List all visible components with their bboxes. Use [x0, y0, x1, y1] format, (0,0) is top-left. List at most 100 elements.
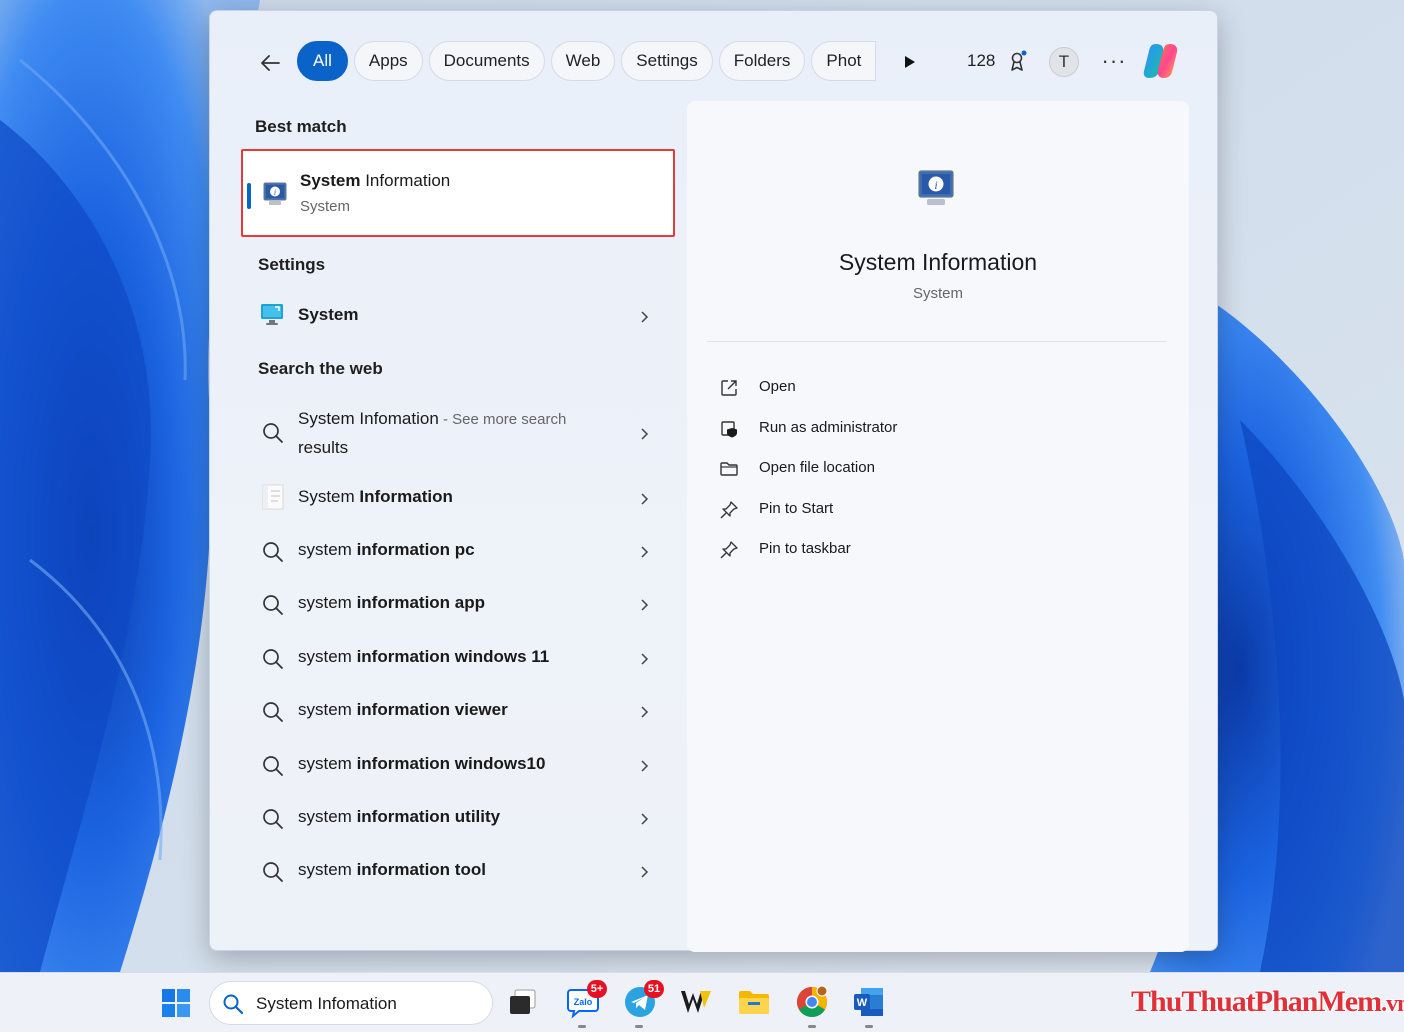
action-pin-to-taskbar[interactable]: Pin to taskbar — [719, 536, 1019, 564]
web-suggestion-item[interactable]: system information windows 11 — [247, 641, 667, 677]
web-result-app[interactable]: System Information — [247, 481, 667, 517]
action-open-file-location[interactable]: Open file location — [719, 455, 1019, 483]
chevron-right-icon — [641, 546, 649, 558]
best-match-subtitle: System — [300, 198, 351, 215]
tab-folders[interactable]: Folders — [718, 41, 806, 81]
task-view-icon[interactable] — [505, 984, 541, 1020]
running-indicator — [808, 1025, 816, 1028]
file-explorer-icon[interactable] — [736, 984, 772, 1020]
tab-documents[interactable]: Documents — [428, 41, 545, 81]
running-indicator — [865, 1025, 873, 1028]
filter-tabs: All Apps Documents Web Settings Folders … — [297, 41, 877, 81]
web-suggestion-label: system information pc — [298, 540, 475, 559]
back-button[interactable] — [255, 47, 287, 79]
section-best-match: Best match — [255, 117, 347, 136]
svg-text:i: i — [934, 178, 937, 192]
taskbar-search-text: System Infomation — [256, 994, 397, 1013]
tab-settings[interactable]: Settings — [621, 41, 713, 81]
action-label: Open file location — [759, 459, 875, 476]
web-suggestion-label: system information windows 11 — [298, 647, 550, 666]
result-preview-pane: i System Information System Open Run as … — [687, 101, 1189, 952]
chevron-right-icon — [641, 866, 649, 878]
section-settings: Settings — [258, 255, 326, 274]
settings-item-label: System — [298, 305, 359, 324]
web-suggestion-item[interactable]: system information utility — [247, 801, 667, 837]
action-open[interactable]: Open — [719, 374, 1019, 402]
svg-text:Zalo: Zalo — [574, 997, 593, 1007]
action-run-as-admin[interactable]: Run as administrator — [719, 415, 1019, 443]
arrow-left-icon — [261, 55, 280, 71]
chevron-right-icon — [641, 760, 649, 772]
web-suggestion-label: system information tool — [298, 860, 486, 879]
pin-icon — [720, 541, 738, 559]
selection-indicator — [247, 183, 251, 209]
tab-web[interactable]: Web — [550, 41, 616, 81]
scroll-tabs-right-icon[interactable] — [898, 51, 920, 73]
web-suggestion-item[interactable]: system information viewer — [247, 694, 667, 730]
best-match-result[interactable]: i System Information System — [241, 149, 675, 237]
action-label: Pin to Start — [759, 500, 834, 517]
running-indicator — [578, 1025, 586, 1028]
svg-text:W: W — [857, 997, 868, 1009]
svg-text:i: i — [274, 188, 276, 197]
pin-icon — [720, 501, 738, 519]
best-match-title: System Information — [300, 171, 451, 190]
taskbar-search-box[interactable]: System Infomation — [209, 981, 493, 1025]
web-suggestion-label: system information windows10 — [298, 754, 546, 773]
shield-admin-icon — [721, 421, 737, 438]
chrome-icon[interactable] — [794, 984, 830, 1020]
section-search-web: Search the web — [258, 359, 383, 378]
zalo-notification-badge: 5+ — [587, 980, 607, 998]
web-suggestion-item[interactable]: system information tool — [247, 854, 667, 890]
windows-start-icon[interactable] — [160, 987, 192, 1019]
open-external-icon — [721, 380, 737, 396]
web-result-see-more[interactable]: System Infomation - See more search resu… — [247, 403, 667, 463]
telegram-app[interactable]: 51 — [622, 980, 664, 1020]
word-icon[interactable]: W — [851, 984, 887, 1020]
settings-item-system[interactable]: System — [247, 299, 667, 335]
rewards-points[interactable]: 128 — [967, 51, 995, 71]
search-filter-bar: All Apps Documents Web Settings Folders … — [210, 11, 1217, 111]
system-information-app-icon: i — [263, 182, 287, 205]
running-indicator — [635, 1025, 643, 1028]
search-icon — [263, 809, 283, 829]
preview-divider — [707, 341, 1167, 342]
more-options-icon[interactable]: ··· — [1100, 47, 1128, 75]
w-app-icon[interactable] — [678, 984, 714, 1020]
document-app-icon — [262, 484, 284, 510]
action-pin-to-start[interactable]: Pin to Start — [719, 496, 1019, 524]
web-result-query: System Infomation - See more search — [298, 409, 567, 428]
chevron-right-icon — [641, 653, 649, 665]
copilot-icon[interactable] — [1142, 41, 1184, 81]
web-suggestion-item[interactable]: system information pc — [247, 534, 667, 570]
tab-all[interactable]: All — [297, 41, 348, 81]
search-icon — [263, 702, 283, 722]
chevron-right-icon — [641, 311, 649, 323]
chevron-right-icon — [641, 706, 649, 718]
tab-apps[interactable]: Apps — [353, 41, 423, 81]
tab-photos[interactable]: Phot — [811, 41, 877, 81]
chevron-right-icon — [641, 813, 649, 825]
search-icon — [263, 423, 283, 443]
web-suggestion-item[interactable]: system information windows10 — [247, 748, 667, 784]
action-label: Pin to taskbar — [759, 540, 851, 557]
zalo-app[interactable]: Zalo 5+ — [565, 980, 607, 1020]
web-suggestion-label: system information utility — [298, 807, 501, 826]
chevron-right-icon — [641, 599, 649, 611]
web-result-app-label: System Information — [298, 487, 453, 506]
user-avatar[interactable]: T — [1049, 47, 1079, 77]
web-suggestion-item[interactable]: system information app — [247, 587, 667, 623]
chevron-right-icon — [641, 428, 649, 440]
system-settings-icon — [261, 304, 283, 325]
folder-icon — [720, 462, 738, 476]
watermark-logo: ThuThuatPhanMem.vn — [1131, 985, 1404, 1018]
preview-subtitle: System — [912, 285, 963, 302]
telegram-notification-badge: 51 — [644, 980, 664, 998]
system-information-app-icon: i — [918, 170, 954, 205]
preview-title: System Information — [838, 249, 1038, 275]
chevron-right-icon — [641, 493, 649, 505]
rewards-trophy-icon[interactable] — [1005, 49, 1029, 73]
web-suggestion-label: system information app — [298, 593, 486, 612]
web-result-query-continued: results — [298, 438, 349, 457]
search-icon — [263, 542, 283, 562]
